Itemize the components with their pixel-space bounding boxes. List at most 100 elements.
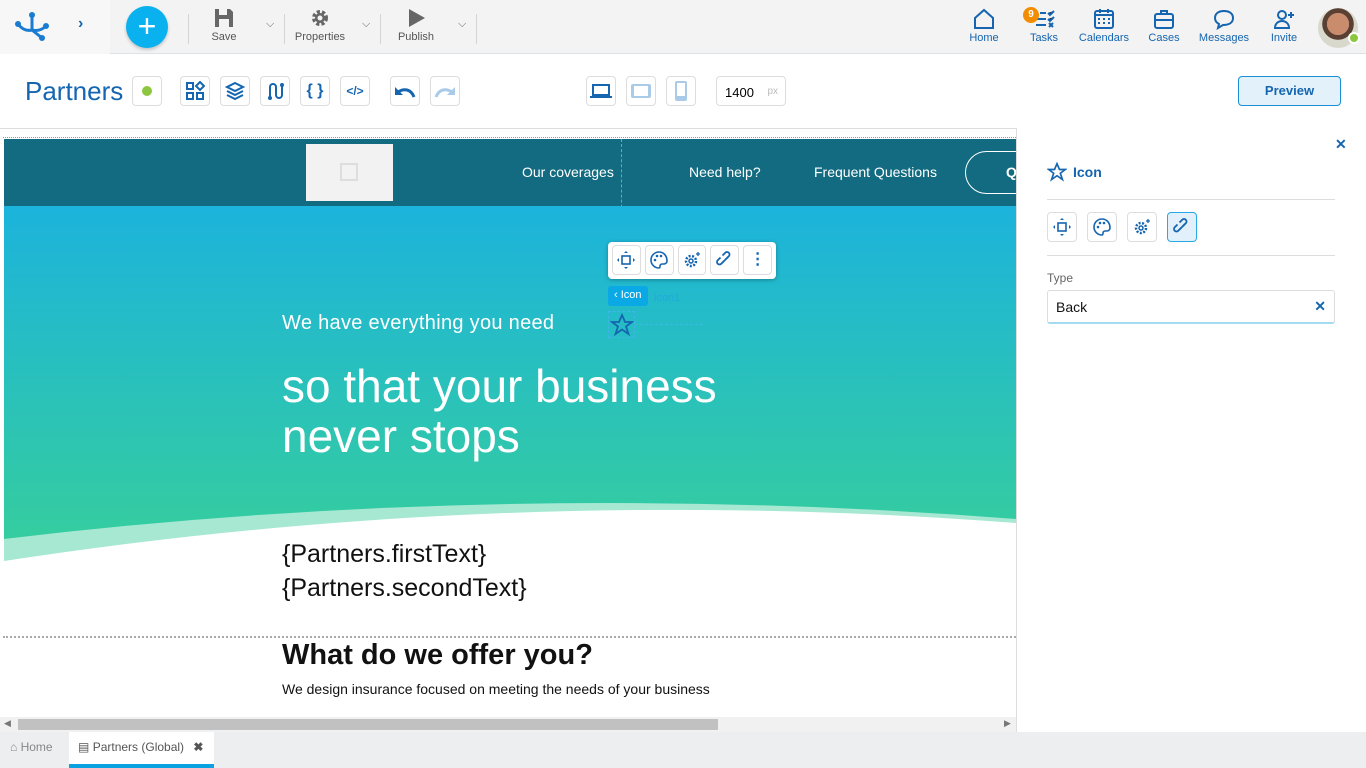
- briefcase-icon: [1154, 10, 1174, 29]
- section-boundary: [3, 137, 1016, 138]
- move-resize-icon: [617, 251, 636, 269]
- phone-icon: [675, 81, 687, 101]
- horizontal-scrollbar[interactable]: ◀ ▶: [0, 717, 1016, 732]
- app-logo-icon[interactable]: [14, 10, 50, 42]
- scroll-left-arrow-icon[interactable]: ◀: [4, 718, 11, 729]
- site-nav-link[interactable]: Need help?: [689, 164, 761, 180]
- nav-label: Calendars: [1078, 32, 1130, 44]
- selected-element-tag[interactable]: ‹ Icon: [608, 286, 648, 306]
- scrollbar-thumb[interactable]: [18, 719, 718, 730]
- scroll-right-arrow-icon[interactable]: ▶: [1004, 718, 1011, 729]
- first-text: {Partners.firstText}: [282, 540, 487, 568]
- home-icon: [974, 8, 994, 29]
- status-button[interactable]: [132, 76, 162, 106]
- section-boundary: [3, 636, 1016, 638]
- nav-tasks[interactable]: Tasks 9: [1014, 7, 1074, 44]
- design-canvas[interactable]: Our coverages Need help? Frequent Questi…: [0, 128, 1016, 732]
- nav-cases[interactable]: Cases: [1134, 8, 1194, 44]
- tab-home[interactable]: ⌂ Home: [0, 732, 69, 768]
- width-input[interactable]: 1400 px: [716, 76, 786, 106]
- bottom-tab-bar: ⌂ Home ▤ Partners (Global) ✖: [0, 732, 1366, 768]
- tab-label: Home: [20, 740, 53, 754]
- undo-button[interactable]: [390, 76, 420, 106]
- tab-partners[interactable]: ▤ Partners (Global) ✖: [69, 732, 214, 768]
- link-icon: [1173, 218, 1188, 233]
- star-icon: [610, 313, 634, 337]
- hero-headline-line: never stops: [282, 410, 520, 462]
- chat-icon: [1213, 9, 1235, 30]
- nav-label: Invite: [1270, 32, 1298, 44]
- nav-calendars[interactable]: Calendars: [1074, 8, 1134, 44]
- components-button[interactable]: [180, 76, 210, 106]
- add-button[interactable]: +: [126, 6, 168, 48]
- variables-button[interactable]: { }: [300, 76, 330, 106]
- nav-label: Messages: [1198, 32, 1250, 44]
- redo-button[interactable]: [430, 76, 460, 106]
- save-button[interactable]: Save: [200, 6, 248, 48]
- nav-messages[interactable]: Messages: [1194, 8, 1254, 44]
- type-value: Back: [1056, 299, 1088, 315]
- divider: [476, 14, 477, 44]
- selected-star-icon-element[interactable]: [608, 311, 635, 338]
- clear-icon[interactable]: ✕: [1314, 298, 1326, 315]
- image-icon: [340, 163, 358, 181]
- save-dropdown-chevron-icon[interactable]: ⌵: [266, 18, 274, 31]
- divider: [380, 14, 381, 44]
- preview-button[interactable]: Preview: [1238, 76, 1341, 106]
- nav-label: Cases: [1148, 32, 1180, 44]
- properties-label: Properties: [294, 31, 346, 43]
- move-resize-icon: [1053, 218, 1071, 236]
- logo-image-placeholder[interactable]: [306, 144, 393, 201]
- hero-headline: so that your business never stops: [282, 361, 717, 461]
- undo-icon: [395, 87, 416, 98]
- page-icon: ▤: [78, 740, 90, 754]
- properties-button[interactable]: Properties: [290, 6, 350, 48]
- site-nav-link[interactable]: Frequent Questions: [814, 164, 937, 180]
- advanced-tab[interactable]: [1127, 212, 1157, 242]
- properties-dropdown-chevron-icon[interactable]: ⌵: [362, 18, 370, 31]
- nav-label: Home: [969, 32, 999, 44]
- redo-icon: [434, 87, 455, 98]
- laptop-icon: [590, 84, 612, 98]
- type-label: Type: [1047, 271, 1074, 285]
- nav-label: Tasks: [1029, 32, 1059, 44]
- close-panel-icon[interactable]: ✕: [1335, 136, 1347, 153]
- advanced-settings-button[interactable]: [677, 245, 707, 275]
- hero-subtitle: We have everything you need: [282, 312, 555, 334]
- nav-invite[interactable]: Invite: [1254, 8, 1314, 44]
- nav-home[interactable]: Home: [954, 8, 1014, 44]
- palette-icon: [650, 251, 668, 269]
- site-nav-link[interactable]: Our coverages: [522, 164, 614, 180]
- link-button[interactable]: [710, 245, 740, 275]
- layers-button[interactable]: [220, 76, 250, 106]
- code-icon: </>: [346, 84, 364, 98]
- save-label: Save: [211, 31, 237, 43]
- site-nav-button[interactable]: Q: [965, 151, 1016, 194]
- offer-title: What do we offer you?: [282, 639, 593, 671]
- type-select[interactable]: Back ✕: [1047, 290, 1335, 324]
- tablet-view-button[interactable]: [626, 76, 656, 106]
- link-tab[interactable]: [1167, 212, 1197, 242]
- expand-chevron-icon[interactable]: ›: [78, 15, 83, 33]
- style-button[interactable]: [644, 245, 674, 275]
- publish-button[interactable]: Publish: [392, 6, 440, 48]
- gear-sparkle-icon: [1134, 219, 1150, 235]
- publish-label: Publish: [397, 31, 435, 43]
- logo-area: ›: [0, 0, 110, 54]
- publish-dropdown-chevron-icon[interactable]: ⌵: [458, 18, 466, 31]
- mobile-view-button[interactable]: [666, 76, 696, 106]
- offer-text: We design insurance focused on meeting t…: [282, 681, 710, 697]
- play-icon: [409, 9, 425, 27]
- width-value: 1400: [725, 85, 754, 100]
- style-tab[interactable]: [1087, 212, 1117, 242]
- star-icon: [1047, 162, 1067, 182]
- save-icon: [215, 9, 233, 27]
- layout-tab[interactable]: [1047, 212, 1077, 242]
- code-button[interactable]: </>: [340, 76, 370, 106]
- layout-button[interactable]: [612, 245, 641, 275]
- gear-sparkle-icon: [684, 252, 700, 268]
- more-options-button[interactable]: ⋮: [743, 245, 772, 275]
- desktop-view-button[interactable]: [586, 76, 616, 106]
- close-tab-icon[interactable]: ✖: [193, 740, 203, 754]
- flow-button[interactable]: [260, 76, 290, 106]
